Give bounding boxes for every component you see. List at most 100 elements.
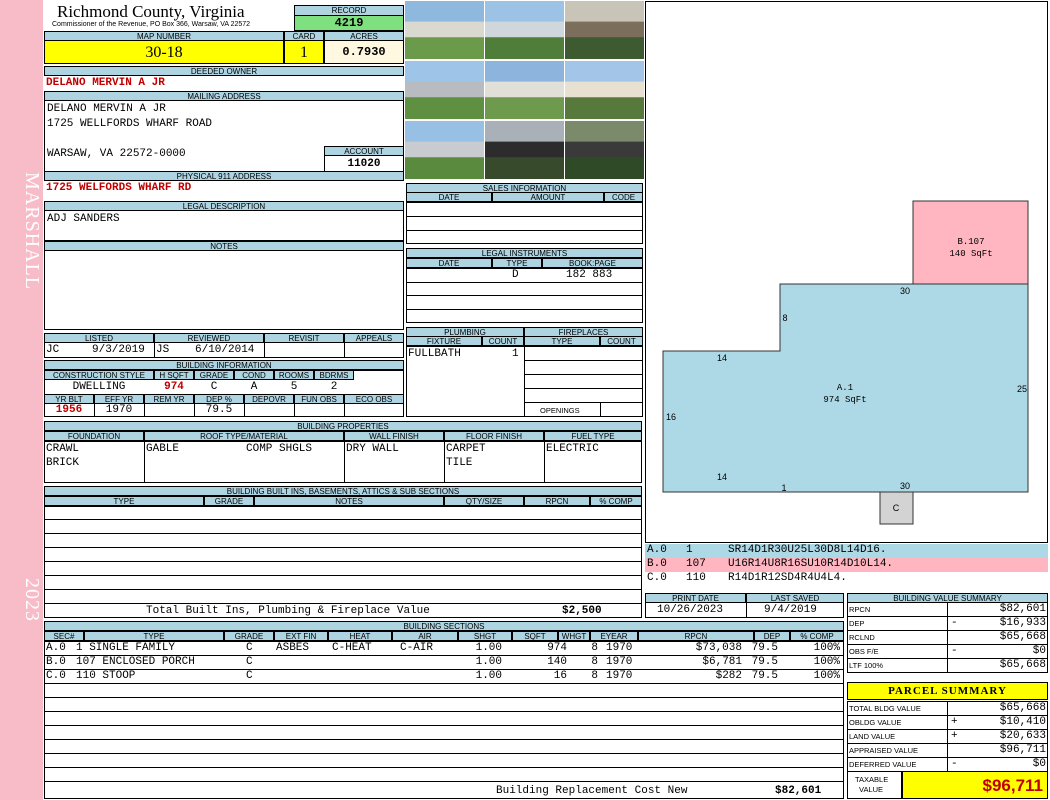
rule [294,403,295,417]
mailing-line-1: DELANO MERVIN A JR [47,103,166,115]
instruments-col-header: TYPE [492,258,542,268]
listed-date: 9/3/2019 [92,344,145,356]
sections-col-header: % COMP [790,631,844,641]
sales-col-header: AMOUNT [492,192,604,202]
last-saved: 9/4/2019 [764,604,817,616]
section-cell: 110 STOOP [76,670,136,682]
builtins-col-header: GRADE [204,496,254,506]
summary-value: $65,668 [999,631,1046,643]
rule [44,739,844,740]
building-info-col-header: CONSTRUCTION STYLE [44,370,154,380]
building-info-value: A [250,381,258,393]
building-info-col-header: DEPOVR [244,394,294,404]
plumbing-count: 1 [512,348,519,360]
sales-col-header: CODE [604,192,643,202]
building-info-col-header: COND [234,370,274,380]
property-photo [405,61,484,119]
parcel-label: DEFERRED VALUE [849,760,917,769]
physical-address-header: PHYSICAL 911 ADDRESS [44,171,404,181]
dim-step: 8 [782,313,787,323]
rule [44,697,844,698]
properties-col-header: ROOF TYPE/MATERIAL [144,431,344,441]
deeded-owner-header: DEEDED OWNER [44,66,404,76]
property-value: BRICK [46,457,80,469]
record-number: 4219 [294,15,404,31]
building-info-col-header: YR BLT [44,394,94,404]
rule [44,781,844,782]
properties-col-header: FLOOR FINISH [444,431,544,441]
dim-small: 1 [781,483,786,493]
parcel-value: $65,668 [999,702,1046,714]
rule [44,683,844,684]
rule [44,725,844,726]
rule [344,403,345,417]
building-info-col-header: ROOMS [274,370,314,380]
print-date: 10/26/2023 [657,604,724,616]
rule [144,441,145,483]
sections-col-header: TYPE [84,631,224,641]
summary-label: RCLND [849,633,875,642]
parcel-value: $20,633 [999,730,1046,742]
rule [44,403,45,417]
section-c-label: C [893,503,900,513]
parcel-value: $0 [1032,758,1046,770]
vector-type: 110 [686,572,706,584]
floor-plan-sketch: B.107 140 SqFt A.1 974 SqFt C 30 8 14 25… [662,200,1029,525]
building-info-value: 5 [290,381,298,393]
section-b-area: 140 SqFt [949,249,992,259]
rule [444,441,445,483]
builtins-col-header: NOTES [254,496,444,506]
instrument-bookpage: 182 883 [566,269,613,281]
rule [44,533,642,534]
property-photo [565,121,644,179]
taxable-value: $96,711 [902,771,1048,799]
summary-value: $65,668 [999,659,1046,671]
section-cell: ASBES [276,642,310,654]
property-photo [485,61,564,119]
builtins-col-header: TYPE [44,496,204,506]
builtins-col-header: RPCN [524,496,590,506]
notes-box [44,250,404,330]
sidebar [0,0,43,800]
section-a-label: A.1 [837,383,853,393]
section-cell: 8 [591,642,598,654]
property-value: ELECTRIC [546,443,599,455]
property-value: TILE [446,457,473,469]
section-cell: 100% [813,656,840,668]
rule [44,589,642,590]
parcel-value: $96,711 [999,744,1046,756]
mailing-line-2: 1725 WELLFORDS WHARF ROAD [47,118,213,130]
mailing-line-3: WARSAW, VA 22572-0000 [47,148,186,160]
section-cell: A.0 [46,642,66,654]
building-info-col-header: FUN OBS [294,394,344,404]
property-photo [565,61,644,119]
fireplace-openings-label: OPENINGS [540,406,580,415]
sections-col-header: DEP [754,631,790,641]
property-value: DRY WALL [346,443,399,455]
vector-path: SR14D1R30U25L30D8L14D16. [728,544,887,556]
map-number: 30-18 [44,40,284,64]
section-cell: 8 [591,670,598,682]
building-info-value: 79.5 [205,404,233,416]
summary-label: LTF 100% [849,661,884,670]
sketch-area: B.107 140 SqFt A.1 974 SqFt C 30 8 14 25… [645,1,1048,543]
section-cell: 8 [591,656,598,668]
rule [94,403,95,417]
property-value: CARPET [446,443,486,455]
instruments-col-header: DATE [406,258,492,268]
property-photo [565,1,644,59]
sections-col-header: SEC# [44,631,84,641]
rule [144,403,145,417]
sections-col-header: EYEAR [590,631,638,641]
summary-label: DEP [849,619,865,628]
building-info-value: 2 [330,381,338,393]
property-value: GABLE [146,443,180,455]
plumbing-col-header: FIXTURE [406,336,482,346]
rule [44,575,642,576]
property-value: COMP SHGLS [246,443,313,455]
sections-col-header: AIR [392,631,458,641]
sections-col-header: SHGT [458,631,512,641]
sales-col-header: DATE [406,192,492,202]
summary-value: $0 [1032,645,1046,657]
sections-col-header: GRADE [224,631,274,641]
